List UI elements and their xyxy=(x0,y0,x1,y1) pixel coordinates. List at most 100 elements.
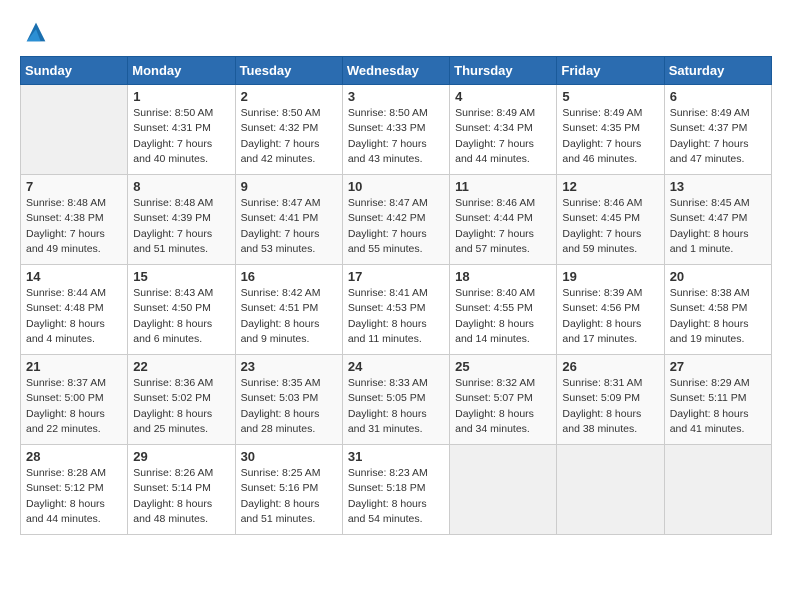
calendar-cell: 31 Sunrise: 8:23 AMSunset: 5:18 PMDayligh… xyxy=(342,445,449,535)
day-info: Sunrise: 8:44 AMSunset: 4:48 PMDaylight:… xyxy=(26,286,122,347)
day-info: Sunrise: 8:49 AMSunset: 4:37 PMDaylight:… xyxy=(670,106,766,167)
day-info: Sunrise: 8:26 AMSunset: 5:14 PMDaylight:… xyxy=(133,466,229,527)
day-number: 13 xyxy=(670,179,766,194)
day-number: 30 xyxy=(241,449,337,464)
calendar-cell: 8 Sunrise: 8:48 AMSunset: 4:39 PMDaylight… xyxy=(128,175,235,265)
day-number: 16 xyxy=(241,269,337,284)
day-number: 24 xyxy=(348,359,444,374)
calendar-cell: 24 Sunrise: 8:33 AMSunset: 5:05 PMDayligh… xyxy=(342,355,449,445)
calendar-week-0: 1Sunrise: 8:50 AMSunset: 4:31 PMDaylight… xyxy=(21,85,772,175)
day-number: 22 xyxy=(133,359,229,374)
calendar-cell: 17Sunrise: 8:41 AMSunset: 4:53 PMDayligh… xyxy=(342,265,449,355)
calendar-cell: 28 Sunrise: 8:28 AMSunset: 5:12 PMDayligh… xyxy=(21,445,128,535)
calendar-cell: 9Sunrise: 8:47 AMSunset: 4:41 PMDaylight… xyxy=(235,175,342,265)
day-number: 14 xyxy=(26,269,122,284)
day-info: Sunrise: 8:36 AMSunset: 5:02 PMDaylight:… xyxy=(133,376,229,437)
calendar-cell: 6 Sunrise: 8:49 AMSunset: 4:37 PMDaylight… xyxy=(664,85,771,175)
calendar-cell: 20 Sunrise: 8:38 AMSunset: 4:58 PMDayligh… xyxy=(664,265,771,355)
calendar-cell: 27Sunrise: 8:29 AMSunset: 5:11 PMDayligh… xyxy=(664,355,771,445)
header-wednesday: Wednesday xyxy=(342,57,449,85)
day-info: Sunrise: 8:46 AMSunset: 4:45 PMDaylight:… xyxy=(562,196,658,257)
calendar-cell: 30 Sunrise: 8:25 AMSunset: 5:16 PMDayligh… xyxy=(235,445,342,535)
day-number: 11 xyxy=(455,179,551,194)
day-info: Sunrise: 8:45 AMSunset: 4:47 PMDaylight:… xyxy=(670,196,766,257)
day-header-row: SundayMondayTuesdayWednesdayThursdayFrid… xyxy=(21,57,772,85)
day-info: Sunrise: 8:47 AMSunset: 4:41 PMDaylight:… xyxy=(241,196,337,257)
day-info: Sunrise: 8:49 AMSunset: 4:35 PMDaylight:… xyxy=(562,106,658,167)
day-info: Sunrise: 8:25 AMSunset: 5:16 PMDaylight:… xyxy=(241,466,337,527)
calendar-cell: 18 Sunrise: 8:40 AMSunset: 4:55 PMDayligh… xyxy=(450,265,557,355)
calendar-cell: 29 Sunrise: 8:26 AMSunset: 5:14 PMDayligh… xyxy=(128,445,235,535)
calendar-cell: 13 Sunrise: 8:45 AMSunset: 4:47 PMDayligh… xyxy=(664,175,771,265)
day-number: 1 xyxy=(133,89,229,104)
day-number: 10 xyxy=(348,179,444,194)
day-number: 8 xyxy=(133,179,229,194)
day-number: 6 xyxy=(670,89,766,104)
day-number: 29 xyxy=(133,449,229,464)
day-number: 20 xyxy=(670,269,766,284)
calendar-cell xyxy=(21,85,128,175)
calendar-cell: 23Sunrise: 8:35 AMSunset: 5:03 PMDayligh… xyxy=(235,355,342,445)
calendar-cell xyxy=(664,445,771,535)
calendar-cell: 21 Sunrise: 8:37 AMSunset: 5:00 PMDayligh… xyxy=(21,355,128,445)
day-info: Sunrise: 8:37 AMSunset: 5:00 PMDaylight:… xyxy=(26,376,122,437)
header-sunday: Sunday xyxy=(21,57,128,85)
calendar-cell xyxy=(450,445,557,535)
calendar-cell: 14 Sunrise: 8:44 AMSunset: 4:48 PMDayligh… xyxy=(21,265,128,355)
day-number: 3 xyxy=(348,89,444,104)
day-number: 2 xyxy=(241,89,337,104)
day-number: 17 xyxy=(348,269,444,284)
calendar-cell: 10 Sunrise: 8:47 AMSunset: 4:42 PMDayligh… xyxy=(342,175,449,265)
logo-icon xyxy=(22,18,50,46)
day-info: Sunrise: 8:46 AMSunset: 4:44 PMDaylight:… xyxy=(455,196,551,257)
calendar-cell: 15 Sunrise: 8:43 AMSunset: 4:50 PMDayligh… xyxy=(128,265,235,355)
day-info: Sunrise: 8:28 AMSunset: 5:12 PMDaylight:… xyxy=(26,466,122,527)
logo xyxy=(20,24,50,48)
calendar-cell: 2 Sunrise: 8:50 AMSunset: 4:32 PMDaylight… xyxy=(235,85,342,175)
day-number: 4 xyxy=(455,89,551,104)
day-number: 21 xyxy=(26,359,122,374)
day-info: Sunrise: 8:32 AMSunset: 5:07 PMDaylight:… xyxy=(455,376,551,437)
day-info: Sunrise: 8:38 AMSunset: 4:58 PMDaylight:… xyxy=(670,286,766,347)
day-info: Sunrise: 8:49 AMSunset: 4:34 PMDaylight:… xyxy=(455,106,551,167)
calendar-cell: 3 Sunrise: 8:50 AMSunset: 4:33 PMDaylight… xyxy=(342,85,449,175)
day-info: Sunrise: 8:48 AMSunset: 4:38 PMDaylight:… xyxy=(26,196,122,257)
calendar-cell: 19 Sunrise: 8:39 AMSunset: 4:56 PMDayligh… xyxy=(557,265,664,355)
day-info: Sunrise: 8:50 AMSunset: 4:33 PMDaylight:… xyxy=(348,106,444,167)
day-info: Sunrise: 8:31 AMSunset: 5:09 PMDaylight:… xyxy=(562,376,658,437)
day-number: 5 xyxy=(562,89,658,104)
calendar-cell: 1Sunrise: 8:50 AMSunset: 4:31 PMDaylight… xyxy=(128,85,235,175)
day-number: 26 xyxy=(562,359,658,374)
calendar-week-1: 7 Sunrise: 8:48 AMSunset: 4:38 PMDaylight… xyxy=(21,175,772,265)
day-info: Sunrise: 8:48 AMSunset: 4:39 PMDaylight:… xyxy=(133,196,229,257)
header-monday: Monday xyxy=(128,57,235,85)
page-header xyxy=(20,20,772,48)
day-info: Sunrise: 8:39 AMSunset: 4:56 PMDaylight:… xyxy=(562,286,658,347)
day-number: 7 xyxy=(26,179,122,194)
day-info: Sunrise: 8:50 AMSunset: 4:32 PMDaylight:… xyxy=(241,106,337,167)
calendar-cell: 26 Sunrise: 8:31 AMSunset: 5:09 PMDayligh… xyxy=(557,355,664,445)
header-friday: Friday xyxy=(557,57,664,85)
day-number: 18 xyxy=(455,269,551,284)
calendar-week-2: 14 Sunrise: 8:44 AMSunset: 4:48 PMDayligh… xyxy=(21,265,772,355)
calendar-cell: 16Sunrise: 8:42 AMSunset: 4:51 PMDayligh… xyxy=(235,265,342,355)
day-info: Sunrise: 8:23 AMSunset: 5:18 PMDaylight:… xyxy=(348,466,444,527)
day-info: Sunrise: 8:35 AMSunset: 5:03 PMDaylight:… xyxy=(241,376,337,437)
calendar-cell: 5 Sunrise: 8:49 AMSunset: 4:35 PMDaylight… xyxy=(557,85,664,175)
header-thursday: Thursday xyxy=(450,57,557,85)
header-saturday: Saturday xyxy=(664,57,771,85)
calendar-table: SundayMondayTuesdayWednesdayThursdayFrid… xyxy=(20,56,772,535)
calendar-cell: 25 Sunrise: 8:32 AMSunset: 5:07 PMDayligh… xyxy=(450,355,557,445)
day-info: Sunrise: 8:47 AMSunset: 4:42 PMDaylight:… xyxy=(348,196,444,257)
day-number: 25 xyxy=(455,359,551,374)
day-info: Sunrise: 8:40 AMSunset: 4:55 PMDaylight:… xyxy=(455,286,551,347)
day-number: 28 xyxy=(26,449,122,464)
calendar-week-3: 21 Sunrise: 8:37 AMSunset: 5:00 PMDayligh… xyxy=(21,355,772,445)
day-info: Sunrise: 8:43 AMSunset: 4:50 PMDaylight:… xyxy=(133,286,229,347)
day-number: 31 xyxy=(348,449,444,464)
day-info: Sunrise: 8:33 AMSunset: 5:05 PMDaylight:… xyxy=(348,376,444,437)
calendar-week-4: 28 Sunrise: 8:28 AMSunset: 5:12 PMDayligh… xyxy=(21,445,772,535)
day-number: 15 xyxy=(133,269,229,284)
calendar-cell: 7 Sunrise: 8:48 AMSunset: 4:38 PMDaylight… xyxy=(21,175,128,265)
day-number: 19 xyxy=(562,269,658,284)
